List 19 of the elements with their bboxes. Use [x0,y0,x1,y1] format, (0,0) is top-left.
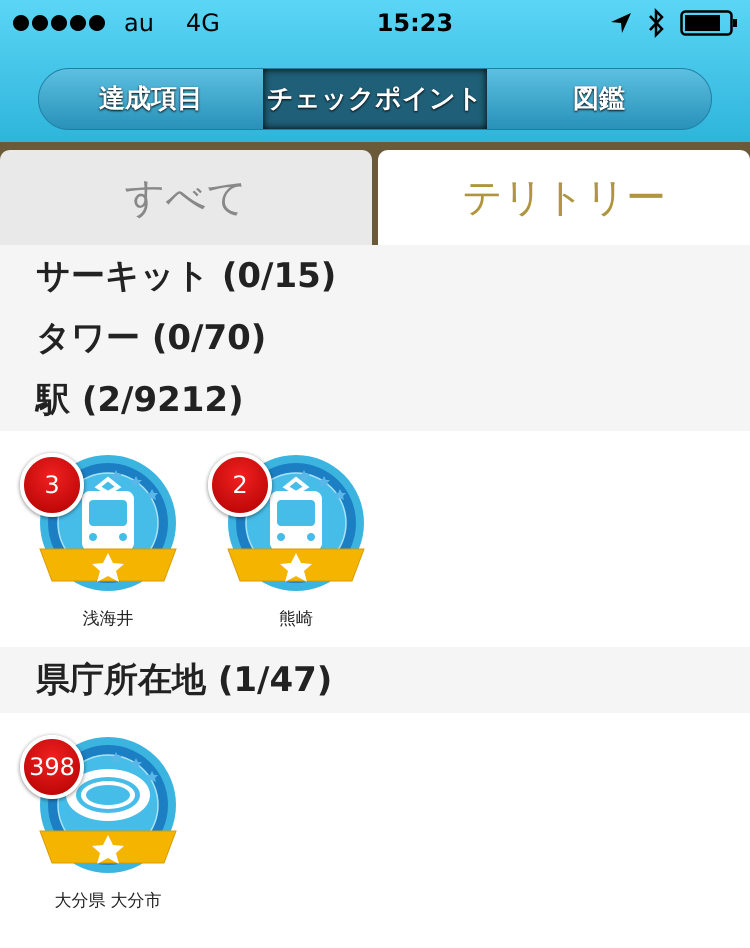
badge-label: 熊崎 [279,608,313,631]
network-type: 4G [186,8,220,39]
section-heading: 駅 (2/9212) [0,369,750,431]
badge-label: 浅海井 [82,608,134,631]
carrier-name: au [124,8,154,39]
segment-tab[interactable]: チェックポイント [263,69,487,129]
battery-icon [680,10,738,36]
segment-tab[interactable]: 達成項目 [39,69,263,129]
bluetooth-icon [648,8,664,38]
section-heading: サーキット (0/15) [0,245,750,307]
segment-tab[interactable]: 図鑑 [487,69,711,129]
clock-time: 15:23 [376,9,454,37]
location-arrow-icon [610,12,632,34]
category-tab[interactable]: テリトリー [378,150,750,245]
section-heading: 県庁所在地 (1/47) [0,646,750,712]
category-tab[interactable]: すべて [0,150,372,245]
signal-icon [12,14,108,32]
badge-label: 大分県 大分市 [54,890,162,912]
section-heading: タワー (0/70) [0,307,750,369]
